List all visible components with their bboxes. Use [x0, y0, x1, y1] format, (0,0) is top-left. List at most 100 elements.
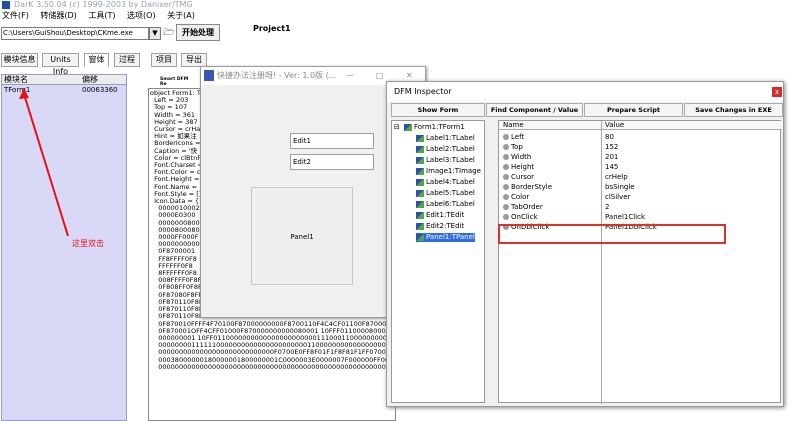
path-dropdown-button[interactable]: ▼ [149, 27, 161, 40]
inspector-close-button[interactable]: x [772, 87, 782, 97]
tree-node[interactable]: Label6:TLabel [416, 200, 475, 209]
tree-node[interactable]: Label5:TLabel [416, 189, 475, 198]
property-name-label: Width [511, 153, 532, 161]
property-name: BorderStyle [503, 182, 552, 192]
edit2-field[interactable]: Edit2 [290, 154, 374, 170]
app-icon [2, 1, 10, 9]
tab-module-info[interactable]: 模块信息 [1, 53, 38, 67]
tab-forms[interactable]: 窗体 [84, 53, 109, 67]
app-title-bar: DarK 3.50.04 (c) 1999-2003 by Danixer/TM… [0, 0, 811, 10]
start-process-button[interactable]: 开始处理 [176, 24, 220, 41]
dfm-line: 0000000000000000000000000000000000000000… [150, 362, 396, 371]
property-icon [503, 194, 509, 200]
property-icon [503, 134, 509, 140]
tree-node[interactable]: Label1:TLabel [416, 134, 475, 143]
tree-node[interactable]: Edit2:TEdit [416, 222, 464, 231]
prepare-script-button[interactable]: Prepare Script [584, 103, 683, 117]
property-row[interactable]: Cursor crHelp [499, 172, 763, 182]
property-row[interactable]: OnClick Panel1Click [499, 212, 763, 222]
property-row[interactable]: Width 201 [499, 152, 763, 162]
component-icon [416, 233, 424, 241]
module-list: 模块名 偏移 TForm1 00063360 [1, 74, 127, 421]
component-icon [416, 200, 424, 208]
module-list-header: 模块名 偏移 [2, 75, 126, 85]
menu-about[interactable]: 关于(A) [167, 11, 195, 20]
file-path-combo[interactable]: C:\Users\GuiShou\Desktop\CKme.exe [1, 27, 149, 40]
menu-file[interactable]: 文件(F) [2, 11, 29, 20]
component-icon [416, 211, 424, 219]
property-name-label: TabOrder [511, 203, 543, 211]
col-name[interactable]: Name [503, 121, 524, 130]
tree-node-label: Label4:TLabel [426, 178, 475, 186]
minimize-button[interactable]: — [346, 67, 354, 85]
module-row[interactable]: TForm1 00063360 [2, 85, 126, 95]
form1-icon [204, 70, 214, 81]
menu-dumper[interactable]: 转储器(D) [40, 11, 76, 20]
tree-collapse-icon[interactable]: ⊟ [394, 123, 400, 132]
form1-caption: 快捷办法注册呀! - Ver: 1.0版 (... [217, 71, 337, 80]
open-file-icon[interactable]: 🗁 [163, 27, 175, 40]
show-form-button[interactable]: Show Form [391, 103, 485, 117]
tree-node[interactable]: Label4:TLabel [416, 178, 475, 187]
panel1[interactable]: Panel1 [251, 187, 353, 285]
menu-options[interactable]: 选项(O) [127, 11, 156, 20]
module-name: TForm1 [4, 86, 31, 94]
maximize-button[interactable]: □ [376, 67, 384, 85]
highlight-box [498, 224, 726, 244]
tab-exports[interactable]: 导出 [181, 53, 207, 67]
tree-node[interactable]: Panel1:TPanel [416, 233, 475, 242]
col-offset[interactable]: 偏移 [82, 75, 98, 85]
tree-node-label: Label1:TLabel [426, 134, 475, 142]
app-title: DarK 3.50.04 (c) 1999-2003 by Danixer/TM… [14, 0, 193, 9]
property-value: 152 [605, 143, 619, 151]
component-icon [416, 156, 424, 164]
tree-node-label: Edit2:TEdit [426, 222, 465, 230]
property-icon [503, 174, 509, 180]
property-icon [503, 144, 509, 150]
tree-node[interactable]: Edit1:TEdit [416, 211, 464, 220]
tree-node[interactable]: Form1:TForm1 [404, 123, 465, 132]
tree-node-label: Panel1:TPanel [426, 233, 475, 241]
property-row[interactable]: Top 152 [499, 142, 763, 152]
tab-procedures[interactable]: 过程 [114, 53, 140, 67]
tree-node-label: Image1:TImage [426, 167, 481, 175]
property-name: TabOrder [503, 202, 543, 212]
property-row[interactable]: TabOrder 2 [499, 202, 763, 212]
tree-node[interactable]: Image1:TImage [416, 167, 481, 176]
property-name: Cursor [503, 172, 534, 182]
col-value[interactable]: Value [605, 121, 624, 130]
property-row[interactable]: Height 145 [499, 162, 763, 172]
property-value: crHelp [605, 173, 628, 181]
property-name-label: Cursor [511, 173, 535, 181]
property-icon [503, 184, 509, 190]
property-row[interactable]: BorderStyle bsSingle [499, 182, 763, 192]
module-offset: 00063360 [82, 86, 118, 94]
edit1-field[interactable]: Edit1 [290, 133, 374, 149]
property-value: 2 [605, 203, 610, 211]
tree-node-label: Label2:TLabel [426, 145, 475, 153]
tree-node[interactable]: Label3:TLabel [416, 156, 475, 165]
find-component-button[interactable]: Find Component / Value [486, 103, 583, 117]
save-changes-button[interactable]: Save Changes in EXE [684, 103, 783, 117]
tree-node-label: Label3:TLabel [426, 156, 475, 164]
menu-bar: 文件(F) 转储器(D) 工具(T) 选项(O) 关于(A) [0, 10, 811, 22]
property-row[interactable]: Color clSilver [499, 192, 763, 202]
dfm-inspector-window: DFM Inspector x Show Form Find Component… [386, 81, 784, 407]
tree-node[interactable]: Label2:TLabel [416, 145, 475, 154]
toolbar: C:\Users\GuiShou\Desktop\CKme.exe ▼ 🗁 开始… [0, 23, 811, 43]
property-row[interactable]: Left 80 [499, 132, 763, 142]
menu-tools[interactable]: 工具(T) [88, 11, 115, 20]
property-icon [503, 154, 509, 160]
tab-project[interactable]: 项目 [151, 53, 177, 67]
component-icon [416, 222, 424, 230]
property-name: Height [503, 162, 534, 172]
project-label: Project1 [253, 24, 291, 33]
dfm-viewer-header: Smart DFM Re [160, 77, 189, 87]
property-value: 145 [605, 163, 619, 171]
col-module-name[interactable]: 模块名 [4, 75, 28, 85]
property-icon [503, 214, 509, 220]
tree-node-label: Edit1:TEdit [426, 211, 465, 219]
component-icon [416, 178, 424, 186]
property-value: 201 [605, 153, 619, 161]
tab-units-info[interactable]: Units Info [42, 53, 79, 76]
